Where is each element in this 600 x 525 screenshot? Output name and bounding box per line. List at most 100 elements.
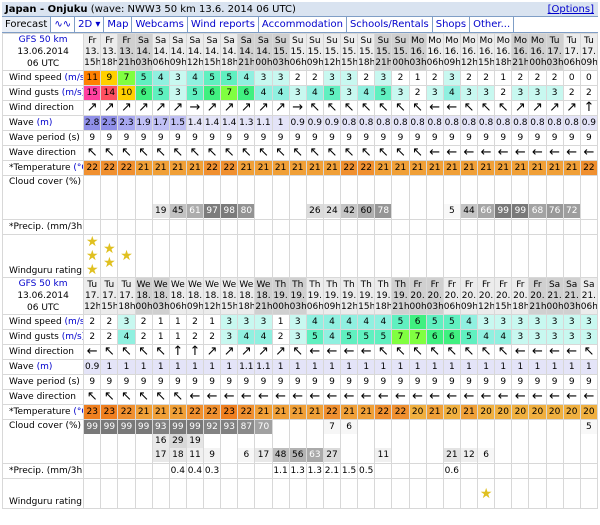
precip-cell — [151, 463, 170, 479]
day-name: We — [222, 279, 237, 290]
wave-direction-arrow-icon: ↖ — [134, 145, 153, 161]
time-header: Sa 14. 00h — [254, 33, 273, 71]
day-name: Th — [394, 279, 407, 290]
rating-cell — [340, 234, 359, 278]
wind-gust-cell: 5 — [185, 85, 205, 101]
day-date: 14. — [187, 46, 203, 57]
wave-height-cell: 1 — [271, 359, 290, 375]
tab-forecast[interactable]: Forecast — [2, 17, 52, 32]
wind-gust-cell: 3 — [528, 85, 547, 101]
wind-direction-arrow-icon: ↖ — [374, 100, 393, 116]
wave-period-cell: 9 — [340, 374, 359, 390]
model-link[interactable]: GFS 50 km — [19, 35, 68, 45]
tab-schools-rentals[interactable]: Schools/Rentals — [347, 17, 433, 32]
day-name: Su — [309, 35, 321, 46]
tab-other[interactable]: Other... — [470, 17, 515, 32]
hour: 00h — [392, 57, 410, 68]
label-wind-gusts-unit-link[interactable]: (m/s) — [62, 332, 83, 342]
wave-period-cell: 9 — [237, 374, 256, 390]
cloud-high-value — [392, 176, 409, 190]
wave-period-cell: 9 — [322, 374, 342, 390]
label-wave-unit-link[interactable]: (m) — [37, 362, 53, 372]
cloud-low-value: 18 — [170, 448, 186, 462]
cloud-low-value — [410, 448, 426, 462]
cloud-cover-cell: 24 — [322, 175, 342, 220]
temperature-cell: 21 — [168, 404, 187, 420]
cloud-high-value — [564, 420, 580, 434]
wave-height-cell: 1 — [545, 359, 564, 375]
options-link[interactable]: [Options] — [548, 2, 594, 16]
cloud-low-value — [101, 448, 117, 462]
day-name: Mo — [445, 35, 459, 46]
cloud-cover-cell: 6 — [477, 419, 496, 464]
cloud-low-value: 99 — [512, 204, 528, 218]
wind-gust-cell: 3 — [545, 85, 564, 101]
time-header: Th 19. 06h — [305, 277, 324, 315]
cloud-cover-cell: 99 — [511, 175, 530, 220]
day-name: We — [170, 279, 185, 290]
wind-speed-cell: 3 — [528, 314, 547, 330]
wave-direction-arrow-icon: ← — [511, 389, 530, 405]
time-header: Su 15. 15h — [340, 33, 359, 71]
temperature-cell: 22 — [340, 160, 359, 176]
cloud-low-value — [341, 448, 357, 462]
hour: 00h — [409, 301, 427, 312]
cloud-mid-value — [375, 434, 391, 448]
day-date: 20. — [513, 290, 528, 301]
wave-direction-arrow-icon: ← — [425, 389, 444, 405]
rating-cell — [562, 478, 581, 509]
time-header: Fr 13. 15h — [83, 33, 102, 71]
tab-map[interactable]: Map — [104, 17, 133, 32]
day-date: 16. — [478, 46, 494, 57]
time-header: Sa 14. 09h — [168, 33, 187, 71]
cloud-low-value — [581, 204, 597, 218]
tab-shops[interactable]: Shops — [433, 17, 471, 32]
time-header: We 18. 06h — [168, 277, 187, 315]
label-temperature-unit-link[interactable]: (°C) — [73, 407, 82, 417]
temperature-cell: 20 — [579, 404, 599, 420]
label-temperature-unit-link[interactable]: (°C) — [73, 163, 82, 173]
wave-period-cell: 9 — [459, 130, 479, 146]
cloud-high-value — [495, 176, 511, 190]
tab-webcams[interactable]: Webcams — [132, 17, 188, 32]
cloud-low-value: 24 — [324, 204, 340, 218]
hour: 15h — [478, 57, 495, 68]
tab-2d[interactable]: 2D ▾ — [75, 17, 105, 32]
rating-cell — [442, 234, 461, 278]
rating-cell — [391, 234, 410, 278]
cloud-mid-value: 29 — [170, 434, 186, 448]
model-link[interactable]: GFS 50 km — [19, 279, 68, 289]
wave-chart-icon[interactable]: ∿∿ — [51, 17, 76, 32]
hour: 06h — [443, 301, 461, 312]
rating-cell — [288, 478, 307, 509]
rating-cell — [134, 478, 153, 509]
wave-direction-arrow-icon: ← — [374, 389, 393, 405]
precip-cell: 1.5 — [340, 463, 359, 479]
cloud-mid-value — [307, 190, 323, 204]
cloud-low-value — [392, 448, 409, 462]
day-date: 16. — [530, 46, 545, 57]
wave-direction-arrow-icon: ← — [271, 389, 290, 405]
label-wave-unit-link[interactable]: (m) — [37, 118, 53, 128]
wave-direction-arrow-icon: ← — [357, 389, 376, 405]
tab-wind-reports[interactable]: Wind reports — [188, 17, 259, 32]
cloud-low-value — [547, 448, 563, 462]
cloud-low-value: 45 — [170, 204, 186, 218]
wave-height-cell: 0.8 — [357, 115, 376, 131]
wind-speed-cell: 3 — [237, 314, 256, 330]
wind-gust-cell: 3 — [391, 85, 410, 101]
tab-accommodation[interactable]: Accommodation — [259, 17, 347, 32]
day-name: Mo — [428, 35, 442, 46]
rating-cell — [477, 234, 496, 278]
label-wind-speed-unit-link[interactable]: (m/s) — [65, 73, 83, 83]
cloud-high-value — [273, 420, 289, 434]
temperature-cell: 22 — [322, 404, 342, 420]
time-header: Mo 16. 18h — [494, 33, 513, 71]
day-date: 15. — [324, 46, 340, 57]
wind-direction-arrow-icon: ↗ — [100, 100, 119, 116]
hour: 00h — [529, 57, 547, 68]
label-wind-speed-unit-link[interactable]: (m/s) — [65, 317, 83, 327]
wind-direction-arrow-icon: → — [288, 100, 307, 116]
label-wind-gusts-unit-link[interactable]: (m/s) — [62, 88, 83, 98]
day-name: Fr — [413, 279, 422, 290]
